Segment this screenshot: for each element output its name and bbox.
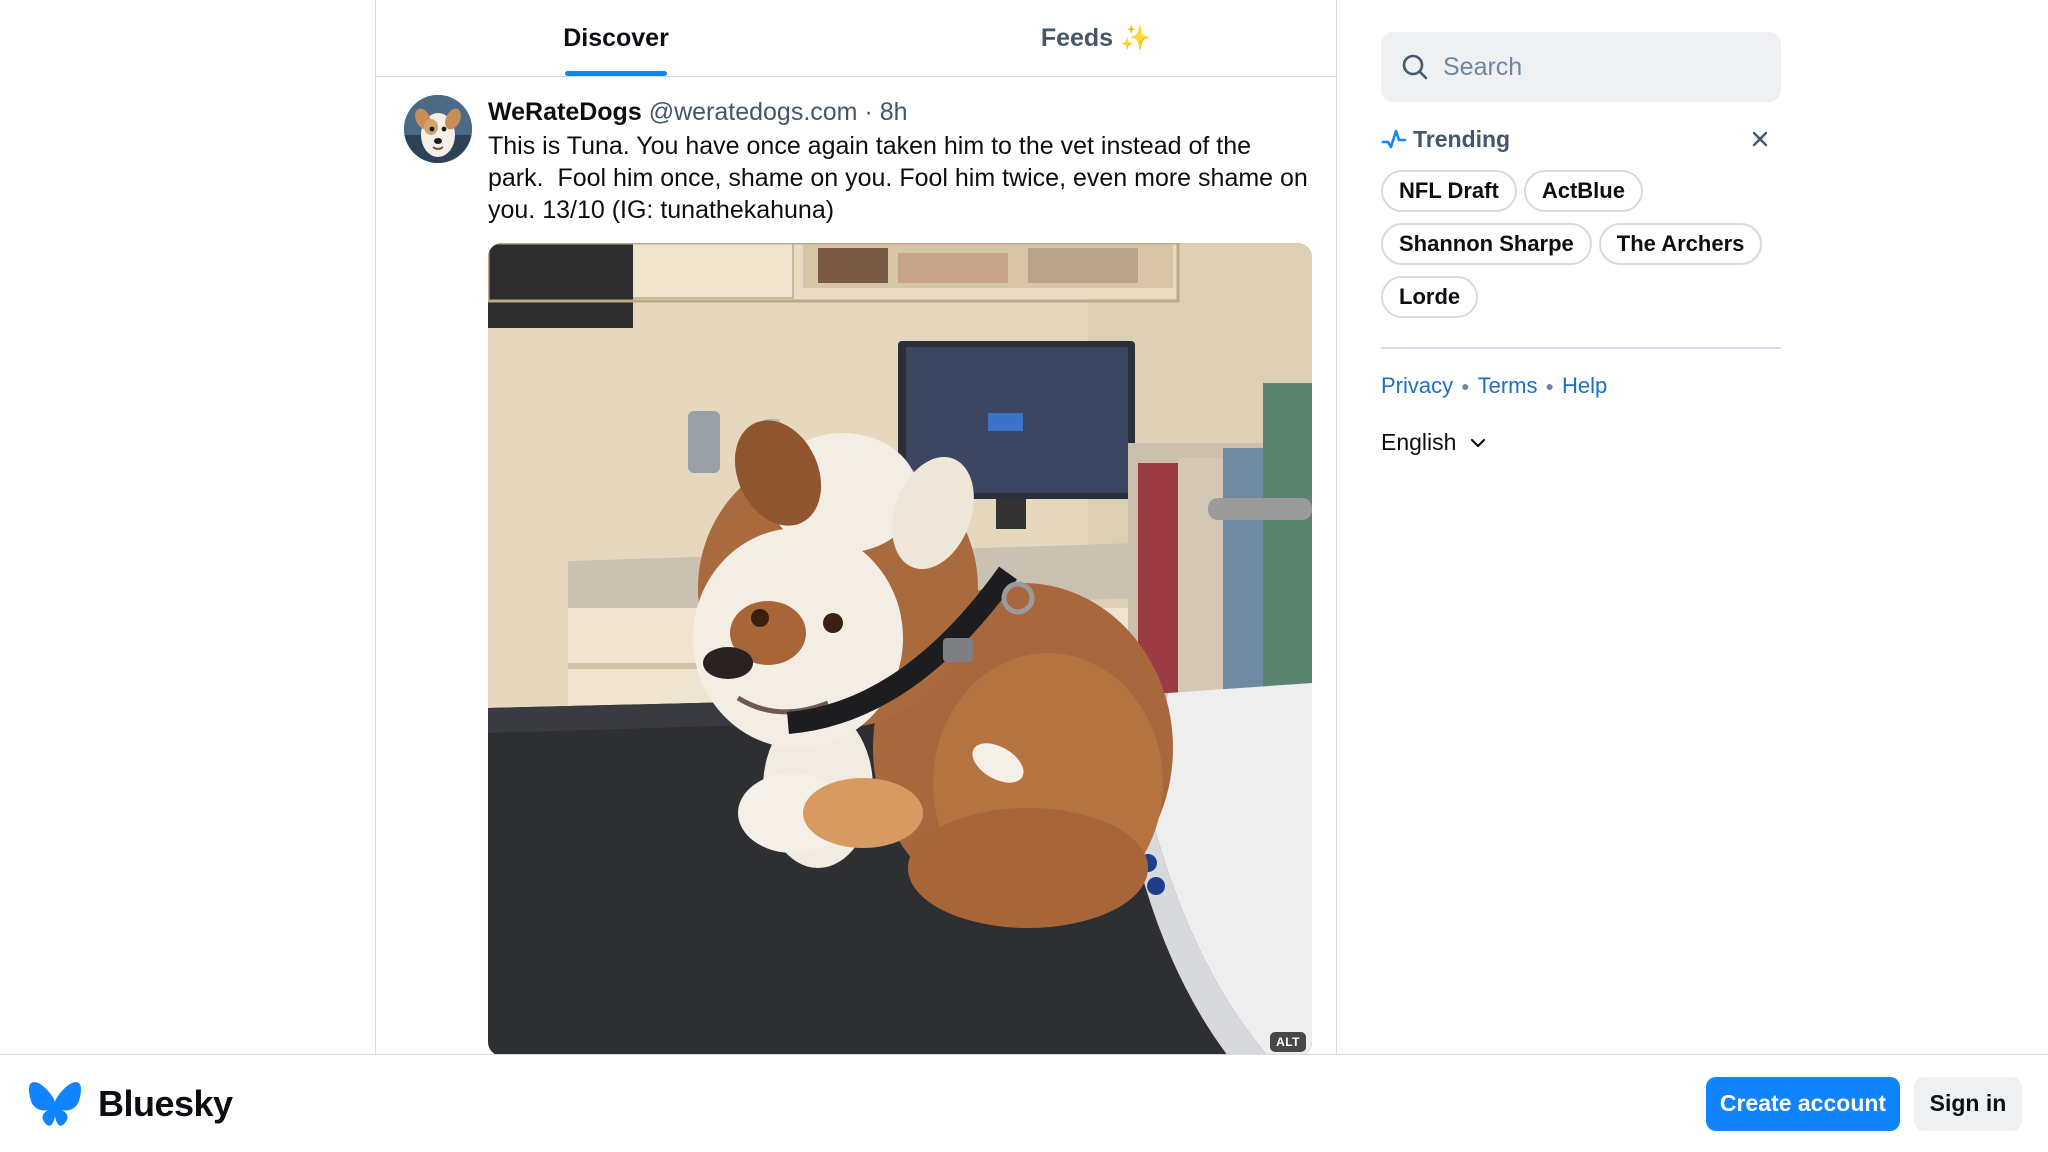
active-tab-indicator (565, 71, 667, 76)
right-sidebar: Trending NFL Draft ActBlue Shannon Sharp… (1381, 32, 1781, 456)
author-avatar[interactable] (404, 95, 472, 163)
main-feed-column: Discover Feeds ✨ WeRateDogs @weratedogs.… (375, 0, 1337, 1054)
link-separator: ● (1461, 378, 1470, 394)
search-icon (1402, 54, 1428, 80)
privacy-link[interactable]: Privacy (1381, 373, 1453, 399)
brand-logo[interactable]: Bluesky (28, 1080, 233, 1128)
post-header: WeRateDogs @weratedogs.com · 8h (488, 95, 1312, 129)
close-icon (1752, 131, 1768, 147)
trending-topic[interactable]: ActBlue (1523, 170, 1643, 212)
post-text: This is Tuna. You have once again taken … (488, 132, 1315, 224)
trending-topic[interactable]: Shannon Sharpe (1381, 223, 1592, 265)
feed-tabs: Discover Feeds ✨ (376, 0, 1336, 77)
search-input[interactable] (1443, 52, 1763, 82)
auth-actions: Create account Sign in (1706, 1076, 2022, 1131)
tab-feeds-label: Feeds ✨ (1040, 23, 1152, 52)
search-box[interactable] (1381, 32, 1781, 102)
chevron-down-icon (1471, 438, 1486, 447)
create-account-button[interactable]: Create account (1706, 1076, 1900, 1131)
sign-in-button[interactable]: Sign in (1914, 1076, 2022, 1131)
post-separator: · (857, 98, 880, 126)
trending-topic[interactable]: Lorde (1381, 276, 1479, 318)
language-selector[interactable]: English (1381, 429, 1521, 456)
brand-name: Bluesky (98, 1082, 233, 1124)
trending-close-button[interactable] (1751, 130, 1769, 148)
feed-post[interactable]: WeRateDogs @weratedogs.com · 8h This is … (376, 77, 1336, 1054)
vet-bulldog-photo (488, 243, 1312, 1054)
dog-avatar-icon (404, 95, 472, 163)
author-handle[interactable]: @weratedogs.com (649, 98, 858, 126)
sidebar-divider (1381, 347, 1781, 349)
tab-feeds[interactable]: Feeds ✨ (856, 0, 1336, 76)
language-label: English (1381, 429, 1457, 455)
post-image[interactable]: ALT (488, 243, 1312, 1054)
trending-topic[interactable]: The Archers (1598, 223, 1763, 265)
footer-links: Privacy ● Terms ● Help (1381, 373, 1781, 399)
tab-discover-label: Discover (563, 23, 669, 52)
help-link[interactable]: Help (1562, 373, 1607, 399)
link-separator: ● (1545, 378, 1554, 394)
butterfly-logo-icon (29, 1081, 81, 1126)
bottom-bar: Bluesky Create account Sign in (0, 1054, 2048, 1152)
tab-discover[interactable]: Discover (376, 0, 856, 76)
terms-link[interactable]: Terms (1478, 373, 1538, 399)
trending-title: Trending (1413, 125, 1511, 152)
trending-icon (1381, 129, 1407, 149)
post-timestamp[interactable]: 8h (880, 98, 908, 126)
post-body: WeRateDogs @weratedogs.com · 8h This is … (488, 95, 1312, 1054)
trending-topics: NFL Draft ActBlue Shannon Sharpe The Arc… (1381, 170, 1781, 318)
author-name[interactable]: WeRateDogs (488, 98, 642, 126)
trending-header: Trending (1381, 122, 1781, 156)
trending-topic[interactable]: NFL Draft (1381, 170, 1517, 212)
alt-text-badge[interactable]: ALT (1270, 1032, 1306, 1052)
